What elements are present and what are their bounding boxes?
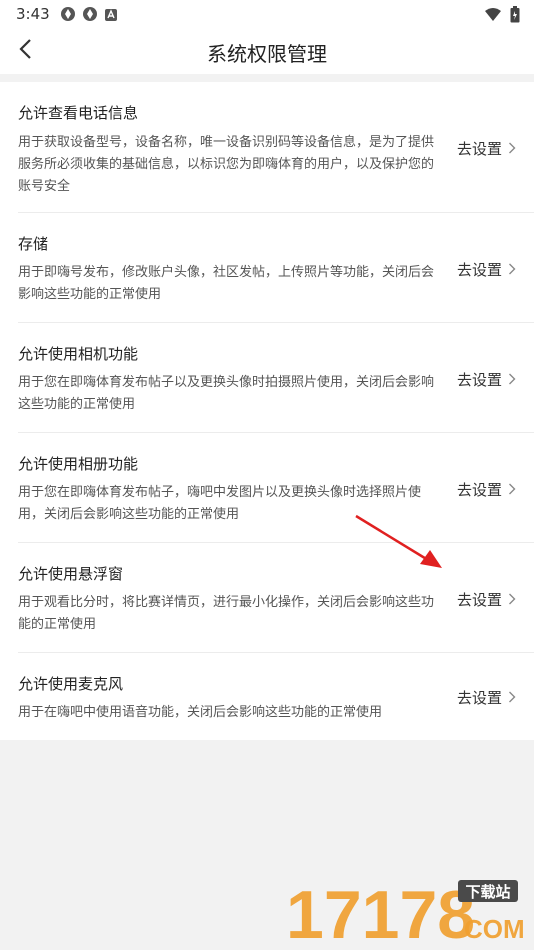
wifi-icon — [484, 7, 502, 26]
chevron-right-icon — [508, 689, 516, 707]
status-time: 3:43 — [16, 5, 50, 23]
go-settings-button[interactable]: 去设置 — [457, 138, 516, 159]
list-item[interactable]: 允许使用相机功能 用于您在即嗨体育发布帖子以及更换头像时拍摄照片使用，关闭后会影… — [0, 323, 534, 433]
watermark-badge: 下载站 — [465, 883, 510, 901]
notification-icon — [82, 6, 98, 26]
app-icon — [104, 7, 118, 26]
page-title: 系统权限管理 — [207, 42, 327, 66]
permission-title: 允许使用相册功能 — [18, 455, 139, 473]
chevron-right-icon — [508, 371, 516, 389]
notification-icon — [60, 6, 76, 26]
chevron-right-icon — [508, 591, 516, 609]
go-settings-label: 去设置 — [456, 591, 502, 609]
list-item[interactable]: 允许使用相册功能 用于您在即嗨体育发布帖子，嗨吧中发图片以及更换头像时选择照片使… — [0, 433, 534, 543]
go-settings-label: 去设置 — [456, 371, 502, 389]
permission-title: 允许查看电话信息 — [18, 104, 139, 122]
list-item[interactable]: 允许使用麦克风 用于在嗨吧中使用语音功能，关闭后会影响这些功能的正常使用 去设置 — [0, 653, 534, 740]
permission-title: 允许使用悬浮窗 — [18, 565, 124, 583]
status-bar: 3:43 — [0, 0, 534, 28]
go-settings-button[interactable]: 去设置 — [457, 687, 516, 708]
go-settings-label: 去设置 — [456, 689, 502, 707]
permission-description: 用于您在即嗨体育发布帖子以及更换头像时拍摄照片使用，关闭后会影响这些功能的正常使… — [18, 375, 435, 412]
battery-icon — [510, 6, 520, 27]
permission-list: 允许查看电话信息 用于获取设备型号，设备名称，唯一设备识别码等设备信息，是为了提… — [0, 82, 534, 740]
chevron-right-icon — [508, 481, 516, 499]
go-settings-button[interactable]: 去设置 — [457, 369, 516, 390]
permission-title: 允许使用相机功能 — [18, 345, 139, 363]
permission-description: 用于即嗨号发布，修改账户头像，社区发帖，上传照片等功能，关闭后会影响这些功能的正… — [18, 265, 435, 302]
permission-description: 用于观看比分时，将比赛详情页，进行最小化操作，关闭后会影响这些功能的正常使用 — [18, 595, 435, 632]
permission-description: 用于您在即嗨体育发布帖子，嗨吧中发图片以及更换头像时选择照片使用，关闭后会影响这… — [18, 485, 422, 522]
list-item[interactable]: 允许查看电话信息 用于获取设备型号，设备名称，唯一设备识别码等设备信息，是为了提… — [0, 82, 534, 213]
permission-title: 存储 — [18, 235, 49, 253]
status-icons-left — [60, 6, 118, 26]
chevron-right-icon — [508, 140, 516, 158]
list-item[interactable]: 存储 用于即嗨号发布，修改账户头像，社区发帖，上传照片等功能，关闭后会影响这些功… — [0, 213, 534, 323]
watermark-logo: 17178 下载站 COM — [286, 877, 526, 950]
watermark-domain: COM — [464, 914, 525, 944]
go-settings-button[interactable]: 去设置 — [457, 479, 516, 500]
permission-title: 允许使用麦克风 — [18, 675, 124, 693]
watermark-number: 17178 — [286, 878, 475, 944]
go-settings-label: 去设置 — [456, 140, 502, 158]
nav-bar: 系统权限管理 — [0, 28, 534, 74]
go-settings-button[interactable]: 去设置 — [457, 589, 516, 610]
permission-description: 用于获取设备型号，设备名称，唯一设备识别码等设备信息，是为了提供服务所必须收集的… — [18, 135, 435, 194]
go-settings-label: 去设置 — [456, 261, 502, 279]
go-settings-button[interactable]: 去设置 — [457, 259, 516, 280]
chevron-right-icon — [508, 261, 516, 279]
status-icons-right — [484, 6, 520, 27]
go-settings-label: 去设置 — [456, 481, 502, 499]
permission-description: 用于在嗨吧中使用语音功能，关闭后会影响这些功能的正常使用 — [18, 705, 383, 720]
list-item[interactable]: 允许使用悬浮窗 用于观看比分时，将比赛详情页，进行最小化操作，关闭后会影响这些功… — [0, 543, 534, 653]
